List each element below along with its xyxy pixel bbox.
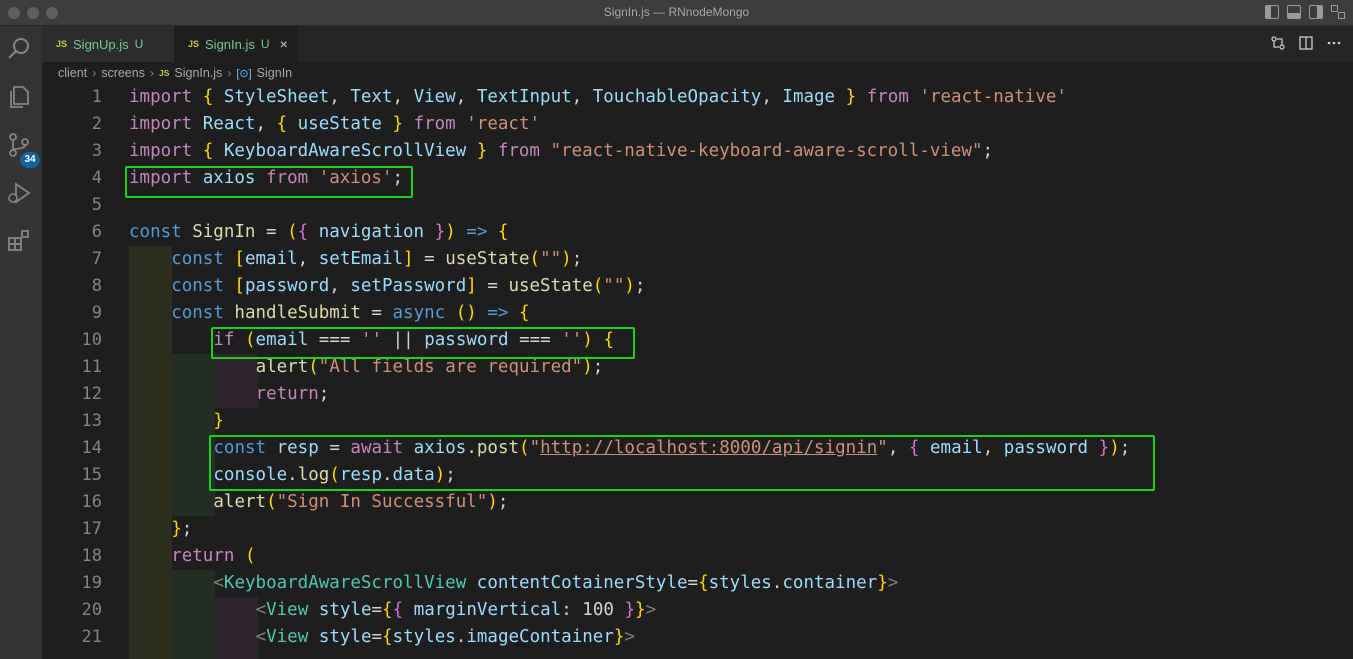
line-number: 5: [91, 195, 102, 215]
code-line: <View style={styles.imageContainer}>: [255, 627, 635, 647]
line-number: 8: [91, 276, 102, 296]
split-editor-icon[interactable]: [1299, 36, 1313, 54]
extensions-icon[interactable]: [6, 228, 36, 258]
code-line: const [email, setEmail] = useState("");: [171, 249, 583, 269]
line-number: 14: [81, 438, 102, 458]
line-number: 1: [91, 87, 102, 107]
untracked-status: U: [134, 37, 144, 51]
code-line: const [password, setPassword] = useState…: [171, 276, 646, 296]
run-debug-icon[interactable]: [6, 180, 36, 210]
line-number: 20: [81, 600, 102, 620]
line-number: 9: [91, 303, 102, 323]
breadcrumb-separator: ›: [149, 66, 154, 80]
code-line: import { StyleSheet, Text, View, TextInp…: [129, 87, 1067, 107]
line-number: 17: [81, 519, 102, 539]
code-line: return;: [255, 384, 330, 404]
explorer-icon[interactable]: [6, 84, 36, 114]
symbol-variable-icon: [⊙]: [236, 67, 252, 80]
layout-controls: [1265, 5, 1345, 19]
highlight-box-import-axios: [125, 166, 413, 198]
tab-signin-js[interactable]: JS SignIn.js U ×: [174, 26, 298, 62]
line-number: 21: [81, 627, 102, 647]
js-file-icon: JS: [56, 39, 68, 49]
code-line: alert("Sign In Successful");: [213, 492, 509, 512]
source-control-icon[interactable]: 34: [6, 132, 40, 168]
line-number: 7: [91, 249, 102, 269]
editor-tab-bar: JS SignUp.js U JS SignIn.js U ×: [42, 26, 1353, 62]
title-bar: SignIn.js — RNnodeMongo: [0, 0, 1353, 26]
breadcrumb-separator: ›: [92, 66, 97, 80]
breadcrumb-item-client[interactable]: client: [58, 66, 87, 80]
line-number: 19: [81, 573, 102, 593]
breadcrumb: client › screens › JS SignIn.js › [⊙] Si…: [42, 62, 1353, 84]
code-line: <KeyboardAwareScrollView contentCotainer…: [213, 573, 899, 593]
highlight-box-api-call: [209, 435, 1155, 491]
toggle-panel-icon[interactable]: [1287, 5, 1301, 19]
editor-actions: [1271, 36, 1341, 54]
tab-label: SignUp.js: [73, 36, 129, 52]
line-number: 4: [91, 168, 102, 188]
customize-layout-icon[interactable]: [1331, 5, 1345, 19]
line-number: 18: [81, 546, 102, 566]
breadcrumb-item-screens[interactable]: screens: [101, 66, 145, 80]
untracked-status: U: [260, 37, 270, 51]
line-number: 11: [81, 357, 102, 377]
highlight-box-validation: [211, 327, 635, 359]
code-line: const SignIn = ({ navigation }) => {: [129, 222, 509, 242]
code-line: };: [171, 519, 193, 539]
activity-bar: 34: [0, 26, 42, 659]
more-actions-icon[interactable]: [1327, 36, 1341, 54]
line-number: 10: [81, 330, 102, 350]
line-number: 15: [81, 465, 102, 485]
code-line: import React, { useState } from 'react': [129, 114, 541, 134]
line-number: 3: [91, 141, 102, 161]
code-line: import { KeyboardAwareScrollView } from …: [129, 141, 994, 161]
compare-icon[interactable]: [1271, 36, 1285, 54]
line-number: 16: [81, 492, 102, 512]
tab-signup-js[interactable]: JS SignUp.js U: [42, 26, 174, 62]
code-line: return (: [171, 546, 256, 566]
breadcrumb-separator: ›: [227, 66, 232, 80]
toggle-secondary-sidebar-icon[interactable]: [1309, 5, 1323, 19]
breadcrumb-item-file[interactable]: SignIn.js: [174, 66, 222, 80]
code-line: <View style={{ marginVertical: 100 }}>: [255, 600, 657, 620]
js-file-icon: JS: [158, 68, 170, 78]
code-line: const handleSubmit = async () => {: [171, 303, 530, 323]
line-number: 13: [81, 411, 102, 431]
js-file-icon: JS: [188, 39, 200, 49]
source-control-badge: 34: [20, 152, 40, 168]
toggle-primary-sidebar-icon[interactable]: [1265, 5, 1279, 19]
tab-label: SignIn.js: [205, 36, 255, 52]
window-title: SignIn.js — RNnodeMongo: [603, 5, 750, 19]
line-number: 12: [81, 384, 102, 404]
line-number: 6: [91, 222, 102, 242]
breadcrumb-item-symbol[interactable]: SignIn: [257, 66, 292, 80]
code-editor[interactable]: 1 2 3 4 5 6 7 8 9 10 11 12 13 14 15 16 1…: [42, 84, 1353, 659]
code-line: }: [213, 411, 224, 431]
close-tab-icon[interactable]: ×: [280, 36, 288, 52]
line-number: 2: [91, 114, 102, 134]
search-icon[interactable]: [6, 36, 36, 66]
